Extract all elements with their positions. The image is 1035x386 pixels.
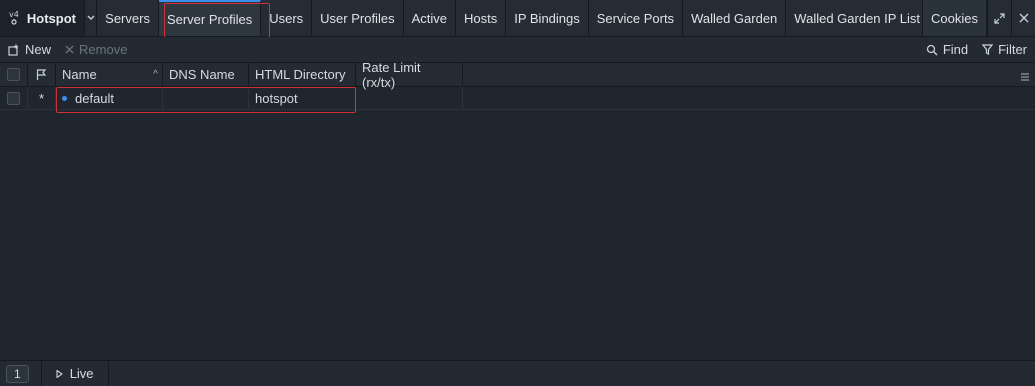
- column-menu-icon[interactable]: [1021, 69, 1029, 84]
- tab-service-ports[interactable]: Service Ports: [589, 0, 684, 36]
- tab-active[interactable]: Active: [404, 0, 456, 36]
- chevron-down-icon: [87, 15, 95, 20]
- filter-icon: [982, 44, 994, 55]
- tab-walled-garden[interactable]: Walled Garden: [683, 0, 787, 36]
- row-select-cell: [0, 87, 28, 109]
- row-name: default: [75, 90, 115, 106]
- find-button[interactable]: Find: [926, 42, 968, 57]
- toolbar: New Remove Find Filter: [0, 37, 1035, 63]
- status-bar: 1 Live: [0, 360, 1035, 386]
- expand-icon: [994, 12, 1005, 24]
- column-header-rate-limit[interactable]: Rate Limit (rx/tx): [356, 60, 463, 90]
- tab-cookies[interactable]: Cookies: [923, 0, 987, 36]
- table-header: Name ^ DNS Name HTML Directory Rate Limi…: [0, 60, 1035, 90]
- svg-text:v4: v4: [9, 10, 19, 19]
- tab-menu-button[interactable]: [84, 0, 98, 36]
- live-button[interactable]: Live: [40, 360, 109, 386]
- app-title-area: v4 Hotspot: [0, 0, 84, 36]
- close-icon: [1019, 13, 1028, 23]
- row-checkbox[interactable]: [7, 91, 20, 105]
- search-icon: [926, 44, 938, 55]
- expand-button[interactable]: [987, 0, 1011, 36]
- flag-icon: [36, 68, 47, 80]
- filter-button[interactable]: Filter: [982, 42, 1027, 57]
- flag-column-header[interactable]: [28, 63, 56, 86]
- sort-ascending-icon: ^: [153, 69, 158, 80]
- tab-walled-garden-ip-list[interactable]: Walled Garden IP List: [786, 0, 924, 36]
- row-flag: *: [28, 87, 56, 109]
- column-header-html-directory[interactable]: HTML Directory: [249, 63, 356, 86]
- find-label: Find: [942, 42, 969, 57]
- remove-button[interactable]: Remove: [65, 42, 127, 57]
- close-button[interactable]: [1011, 0, 1035, 36]
- live-label: Live: [69, 366, 94, 381]
- item-count-badge: 1: [6, 364, 29, 383]
- tab-user-profiles[interactable]: User Profiles: [312, 0, 404, 36]
- select-all-checkbox[interactable]: [7, 68, 20, 81]
- tab-servers[interactable]: Servers: [97, 0, 159, 36]
- play-icon: [56, 369, 63, 378]
- tab-server-profiles[interactable]: Server Profiles: [158, 0, 262, 36]
- column-header-dns-name[interactable]: DNS Name: [163, 63, 249, 86]
- row-name-cell: default: [56, 87, 163, 109]
- row-rate-limit: [356, 87, 463, 109]
- tab-users[interactable]: Users: [261, 0, 313, 36]
- hotspot-icon: v4: [8, 9, 21, 27]
- status-dot-icon: [62, 95, 67, 101]
- row-dns-name: [163, 87, 249, 109]
- window-title: Hotspot: [26, 10, 76, 26]
- column-header-name[interactable]: Name ^: [56, 63, 163, 86]
- close-icon: [65, 45, 74, 54]
- profiles-table: Name ^ DNS Name HTML Directory Rate Limi…: [0, 60, 1035, 360]
- row-html-directory: hotspot: [249, 87, 356, 109]
- filter-label: Filter: [998, 42, 1027, 57]
- tab-hosts[interactable]: Hosts: [456, 0, 507, 36]
- new-label: New: [25, 42, 52, 57]
- new-item-icon: [8, 44, 18, 56]
- tab-bar: v4 Hotspot Servers Server Profiles Users…: [0, 0, 1035, 37]
- table-row[interactable]: * default hotspot: [0, 87, 1035, 110]
- new-button[interactable]: New: [8, 42, 51, 57]
- remove-label: Remove: [79, 42, 128, 57]
- tab-ip-bindings[interactable]: IP Bindings: [506, 0, 589, 36]
- column-header-name-label: Name: [62, 67, 97, 82]
- select-all-cell: [0, 63, 28, 86]
